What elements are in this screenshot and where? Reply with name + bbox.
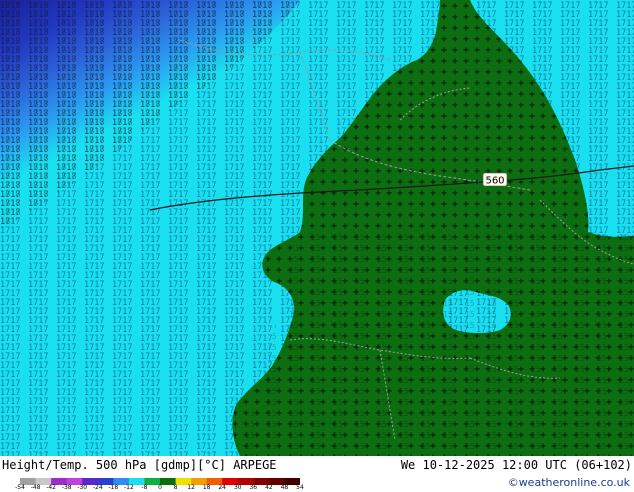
map-canvas: 1818 1717 + 15 [0, 0, 634, 456]
weather-map: 1818 1717 + 15 [0, 0, 634, 456]
green-digit-texture [240, 232, 634, 456]
credit-link[interactable]: ©weatheronline.co.uk [508, 476, 630, 489]
contour-label: 560 [485, 176, 504, 187]
run-timestamp: We 10-12-2025 12:00 UTC (06+102) [400, 458, 632, 472]
legend-ticks: -54 -48 -42 -38 -30 -24 -18 -12 -8 0 8 12 18 24 30 36 42… [15, 484, 304, 492]
footer: Height/Temp. 500 hPa [gdmp][°C] ARPEGE W… [0, 456, 634, 492]
map-title: Height/Temp. 500 hPa [gdmp][°C] ARPEGE [2, 458, 277, 472]
